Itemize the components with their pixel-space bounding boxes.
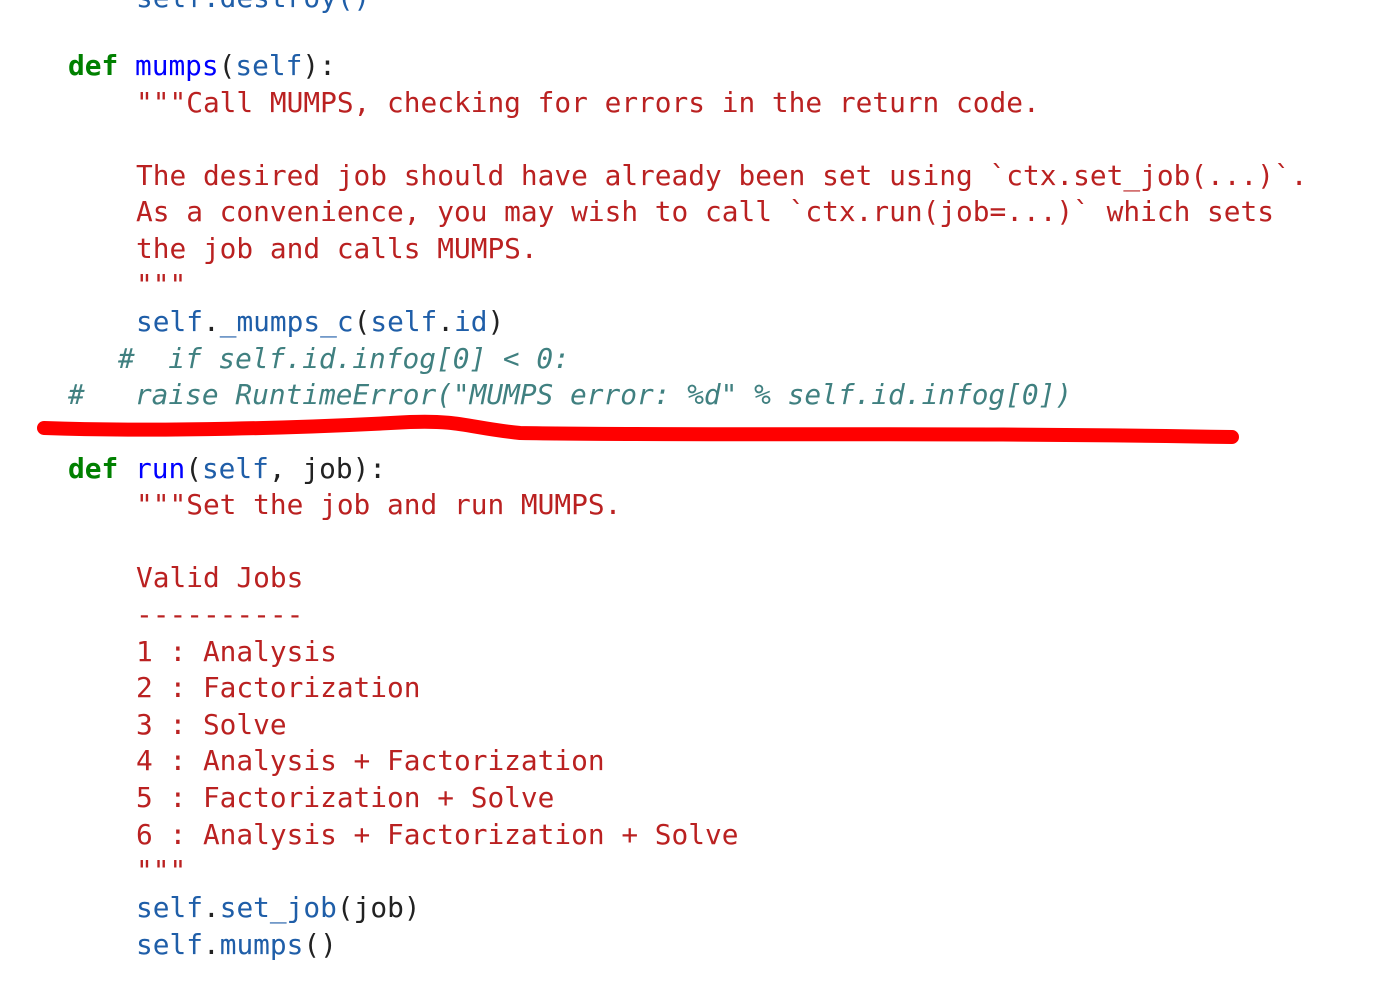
code-line-mumps-self-call: self.mumps() (136, 927, 337, 964)
def-keyword: def (68, 49, 119, 82)
function-name-run: run (134, 452, 186, 485)
docstring-line: 1 : Analysis (136, 635, 337, 668)
self-ref: self (136, 305, 203, 338)
docstring-line: 4 : Analysis + Factorization (136, 744, 605, 777)
self-ref: self (136, 928, 203, 961)
docstring-line: As a convenience, you may wish to call `… (136, 195, 1274, 228)
function-name-mumps: mumps (134, 49, 219, 82)
method-set-job: set_job (219, 891, 337, 924)
docstring-close: """ (136, 854, 187, 887)
code-line-set-job-call: self.set_job(job) (136, 890, 421, 927)
code-line-def-mumps: def mumps(self): (68, 48, 336, 85)
attr-id: id (454, 305, 488, 338)
params-rest: , job): (268, 452, 387, 485)
docstring-line: Valid Jobs (136, 561, 304, 594)
comment-line: # raise RuntimeError("MUMPS error: %d" %… (68, 378, 1073, 411)
docstring-line: """Call MUMPS, checking for errors in th… (136, 86, 1040, 119)
docstring-line: """Set the job and run MUMPS. (136, 488, 622, 521)
dot: . (202, 305, 220, 338)
dot: . (202, 891, 220, 924)
method-mumps: mumps (219, 928, 304, 961)
code-line-partial: self.destroy() (136, 0, 370, 17)
docstring-close: """ (136, 268, 187, 301)
docstring-line: 2 : Factorization (136, 671, 421, 704)
docstring-line: 6 : Analysis + Factorization + Solve (136, 818, 739, 851)
code-line-def-run: def run(self, job): (68, 451, 386, 488)
dot: . (437, 305, 455, 338)
docstring-line: the job and calls MUMPS. (136, 232, 538, 265)
close-paren-colon: ): (302, 49, 336, 82)
self-destroy-call: self.destroy() (136, 0, 370, 14)
docstring-line: ---------- (136, 598, 304, 631)
close-paren: ) (487, 305, 505, 338)
docstring-line: 5 : Factorization + Solve (136, 781, 555, 814)
dot: . (202, 928, 220, 961)
comment-line: # if self.id.infog[0] < 0: (118, 342, 570, 375)
param-self: self (201, 452, 269, 485)
docstring-line: 3 : Solve (136, 708, 287, 741)
docstring-line: The desired job should have already been… (136, 159, 1308, 192)
open-paren: ( (218, 49, 236, 82)
open-paren: ( (185, 452, 202, 485)
def-keyword: def (68, 452, 119, 485)
code-editor: self.destroy() def mumps(self): """Call … (0, 0, 1392, 982)
param-self: self (235, 49, 303, 82)
method-mumps-c: _mumps_c (219, 305, 354, 338)
open-paren: ( (353, 305, 371, 338)
code-line-mumps-c-call: self._mumps_c(self.id) (136, 304, 504, 341)
self-ref: self (136, 891, 203, 924)
self-ref: self (370, 305, 438, 338)
call-args: (job) (336, 891, 421, 924)
call-args: () (303, 928, 337, 961)
